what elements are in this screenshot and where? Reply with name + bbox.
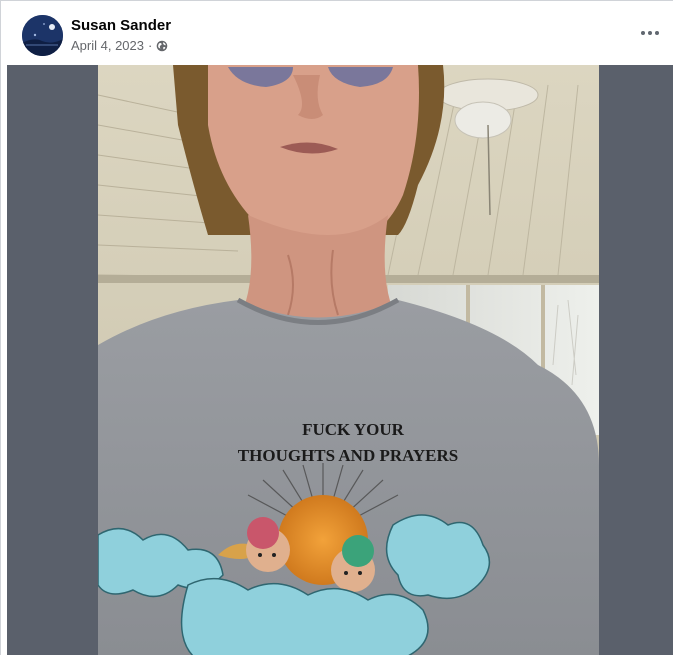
avatar-image	[22, 15, 63, 56]
globe-icon[interactable]	[156, 40, 168, 52]
dot	[648, 31, 652, 35]
post-date[interactable]: April 4, 2023	[71, 38, 144, 53]
shirt-text-line1: FUCK YOUR	[302, 420, 405, 439]
post-header: Susan Sander April 4, 2023 ·	[1, 1, 673, 65]
post-photo[interactable]: FUCK YOUR THOUGHTS AND PRAYERS	[98, 65, 599, 655]
profile-avatar[interactable]	[22, 15, 63, 56]
author-name[interactable]: Susan Sander	[71, 17, 171, 34]
meta-separator: ·	[148, 38, 153, 53]
more-options-button[interactable]	[638, 21, 662, 45]
shirt-text-line2: THOUGHTS AND PRAYERS	[238, 446, 458, 465]
post-meta: April 4, 2023 ·	[71, 38, 168, 53]
selfie-photo-image: FUCK YOUR THOUGHTS AND PRAYERS	[98, 65, 599, 655]
dot	[655, 31, 659, 35]
facebook-post: Susan Sander April 4, 2023 · FUCK YOUR T…	[0, 0, 673, 655]
dot	[641, 31, 645, 35]
post-media: FUCK YOUR THOUGHTS AND PRAYERS	[7, 65, 673, 655]
